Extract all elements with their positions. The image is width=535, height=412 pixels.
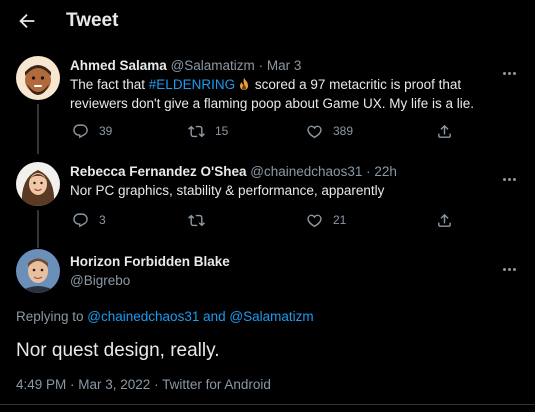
more-icon[interactable] <box>503 168 521 182</box>
retweet-button[interactable] <box>188 211 215 229</box>
separator-dot: · <box>258 58 264 73</box>
share-button[interactable] <box>436 211 453 229</box>
mention-and: and <box>199 309 230 324</box>
tweet-text: The fact that #ELDENRING scored a 97 met… <box>70 75 520 113</box>
mention-link[interactable]: @chainedchaos31 <box>87 309 199 324</box>
share-icon <box>438 124 451 138</box>
display-name[interactable]: Ahmed Salama <box>70 58 167 73</box>
like-count: 389 <box>333 124 354 138</box>
retweet-count: 15 <box>215 124 229 138</box>
like-button[interactable]: 21 <box>306 211 346 229</box>
tweet-header: Horizon Forbidden Blake <box>70 254 230 269</box>
tweet-header: Rebecca Fernandez O'Shea @chainedchaos31… <box>70 164 397 179</box>
username[interactable]: @chainedchaos31 <box>250 164 362 179</box>
fire-emoji-icon <box>237 77 251 91</box>
tweet-meta[interactable]: 4:49 PM · Mar 3, 2022 · Twitter for Andr… <box>16 377 271 392</box>
reply-count: 3 <box>99 213 106 227</box>
more-icon[interactable] <box>503 258 521 272</box>
share-button[interactable] <box>436 122 453 140</box>
back-arrow-icon[interactable] <box>16 10 38 32</box>
avatar[interactable] <box>16 249 60 293</box>
username[interactable]: @Salamatizm <box>171 58 255 73</box>
like-icon <box>307 125 322 138</box>
retweet-button[interactable]: 15 <box>188 122 228 140</box>
reply-icon <box>73 212 88 227</box>
tweet-actions: 39 15 389 <box>70 122 470 140</box>
separator-dot: · <box>366 164 371 179</box>
tweet-actions: 3 21 <box>70 211 470 229</box>
tweet-text-part: The fact that <box>70 77 149 92</box>
mention-link[interactable]: @Salamatizm <box>229 309 313 324</box>
timestamp[interactable]: 22h <box>374 164 397 179</box>
thread-line <box>37 210 39 248</box>
tweet-text: Nor PC graphics, stability & performance… <box>70 183 385 198</box>
retweet-icon <box>188 214 205 226</box>
replying-to-line: Replying to @chainedchaos31 and @Salamat… <box>16 309 314 324</box>
avatar[interactable] <box>16 162 60 206</box>
display-name[interactable]: Horizon Forbidden Blake <box>70 254 230 269</box>
tweet-header: Ahmed Salama @Salamatizm · Mar 3 <box>70 58 301 73</box>
page-title: Tweet <box>66 10 119 31</box>
thread-line <box>37 104 39 154</box>
replying-to-prefix: Replying to <box>16 309 88 324</box>
reply-button[interactable]: 3 <box>72 211 106 229</box>
like-button[interactable]: 389 <box>306 122 353 140</box>
like-icon <box>307 214 322 227</box>
timestamp[interactable]: Mar 3 <box>267 58 302 73</box>
avatar[interactable] <box>16 56 60 100</box>
reply-button[interactable]: 39 <box>72 122 112 140</box>
divider <box>0 404 535 405</box>
retweet-icon <box>188 125 205 137</box>
reply-icon <box>73 123 88 138</box>
like-count: 21 <box>333 213 347 227</box>
username[interactable]: @Bigrebo <box>70 273 130 288</box>
hashtag-link[interactable]: #ELDENRING <box>149 77 235 92</box>
reply-count: 39 <box>99 124 113 138</box>
header-bar: Tweet <box>0 0 535 42</box>
more-icon[interactable] <box>503 62 521 76</box>
main-tweet-text: Nor quest design, really. <box>16 340 220 361</box>
display-name[interactable]: Rebecca Fernandez O'Shea <box>70 164 247 179</box>
share-icon <box>438 213 451 227</box>
